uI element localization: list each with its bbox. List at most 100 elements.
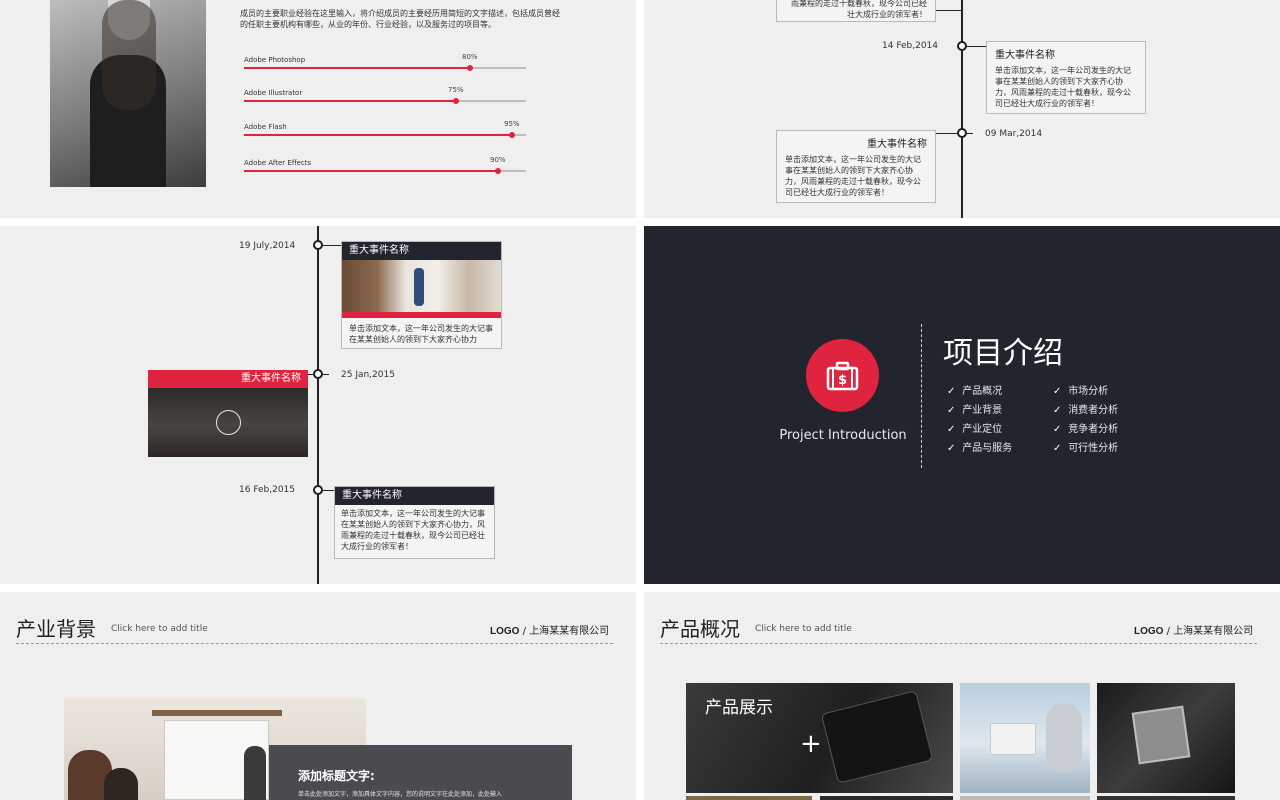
project-subtitle: Project Introduction xyxy=(779,428,907,443)
timeline-node xyxy=(313,369,323,379)
title-card: 添加标题文字: 单击此处添加文字，添加具体文字内容，您的说明文字在此处添加，此处… xyxy=(269,745,572,800)
menu-item-label: 市场分析 xyxy=(1068,386,1109,397)
slide-timeline-2015[interactable]: 19 July,2014 重大事件名称 单击添加文本，这一年公司发生的大记事在某… xyxy=(0,226,636,584)
menu-item-label: 产品概况 xyxy=(962,386,1003,397)
showcase-label: 产品展示 xyxy=(705,698,773,718)
showcase-tile[interactable]: 产品展示 + xyxy=(686,683,953,793)
header-divider xyxy=(16,643,613,644)
card-text: 单击此处添加文字，添加具体文字内容，您的说明文字在此处添加，此处输入 xyxy=(298,791,503,798)
event-date: 09 Mar,2014 xyxy=(985,129,1043,139)
check-icon: ✓ xyxy=(947,405,956,416)
laptop-tile[interactable] xyxy=(960,683,1090,793)
company-logo: LOGO / 上海某某有限公司 xyxy=(490,626,610,637)
skill-marker[interactable] xyxy=(495,168,501,174)
project-menu-item[interactable]: ✓ 产业定位 xyxy=(947,420,1002,435)
logo-text: LOGO xyxy=(1134,626,1164,637)
card-title: 添加标题文字: xyxy=(298,769,375,783)
check-icon: ✓ xyxy=(1053,405,1062,416)
slide-profile[interactable]: 成员的主要职业经验在这里输入，将介绍成员的主要经历用简短的文字描述，包括成员曾经… xyxy=(0,0,636,218)
event-box: 重大事件名称 单击添加文本，这一年公司发生的大记事在某某创始人的领到下大家齐心协… xyxy=(986,41,1146,114)
skill-label: Adobe Photoshop xyxy=(244,56,306,64)
divider-dashed xyxy=(921,324,922,468)
slide-product-overview[interactable]: 产品概况 Click here to add title LOGO / 上海某某… xyxy=(644,592,1280,800)
skill-percent: 95% xyxy=(504,120,520,128)
timeline-node xyxy=(957,41,967,51)
plus-icon[interactable]: + xyxy=(800,731,822,757)
event-text: 雨兼程的走过十载春秋，现今公司已经壮大成行业的领军者！ xyxy=(791,0,927,19)
skill-track xyxy=(244,168,526,174)
page-subtitle[interactable]: Click here to add title xyxy=(111,624,208,634)
menu-item-label: 产品与服务 xyxy=(962,443,1013,454)
slide-timeline-2014[interactable]: 雨兼程的走过十载春秋，现今公司已经壮大成行业的领军者！ 14 Feb,2014 … xyxy=(644,0,1280,218)
event-card: 重大事件名称 单击添加文本，这一年公司发生的大记事在某某创始人的领到下大家齐心协… xyxy=(334,486,495,559)
event-text: 单击添加文本，这一年公司发生的大记事在某某创始人的领到下大家齐心协力，风雨兼程的… xyxy=(995,66,1131,108)
project-menu-item[interactable]: ✓ 可行性分析 xyxy=(1053,439,1118,454)
skill-fill xyxy=(244,170,498,172)
skill-marker[interactable] xyxy=(509,132,515,138)
person-silhouette xyxy=(90,0,166,187)
menu-item-label: 可行性分析 xyxy=(1068,443,1119,454)
header-divider xyxy=(660,643,1257,644)
company-logo: LOGO / 上海某某有限公司 xyxy=(1134,626,1254,637)
timeline-node xyxy=(957,128,967,138)
skill-fill xyxy=(244,134,512,136)
menu-item-label: 消费者分析 xyxy=(1068,405,1119,416)
event-card: 重大事件名称 xyxy=(148,370,308,457)
skill-fill xyxy=(244,100,456,102)
laptop-image xyxy=(990,723,1036,755)
timeline-axis xyxy=(961,0,963,218)
project-menu-item[interactable]: ✓ 消费者分析 xyxy=(1053,401,1118,416)
skill-label: Adobe After Effects xyxy=(244,159,312,167)
event-text: 单击添加文本，这一年公司发生的大记事在某某创始人的领到下大家齐心协力 xyxy=(349,324,493,344)
slide-industry-background[interactable]: 产业背景 Click here to add title LOGO / 上海某某… xyxy=(0,592,636,800)
company-name: 上海某某有限公司 xyxy=(1173,626,1254,637)
project-menu-item[interactable]: ✓ 竞争者分析 xyxy=(1053,420,1118,435)
skill-marker[interactable] xyxy=(453,98,459,104)
skill-track xyxy=(244,65,526,71)
slide-project-intro[interactable]: $ Project Introduction 项目介绍 ✓ 产品概况 ✓ 产业背景… xyxy=(644,226,1280,584)
profile-description: 成员的主要职业经验在这里输入，将介绍成员的主要经历用简短的文字描述，包括成员曾经… xyxy=(240,9,560,29)
event-date: 14 Feb,2014 xyxy=(882,41,939,51)
event-box-top: 雨兼程的走过十载春秋，现今公司已经壮大成行业的领军者！ xyxy=(776,0,936,22)
chip-image xyxy=(1131,705,1191,765)
event-title: 重大事件名称 xyxy=(148,370,308,388)
event-text: 单击添加文本，这一年公司发生的大记事在某某创始人的领到下大家齐心协力，风雨兼程的… xyxy=(341,509,485,551)
skill-label: Adobe Flash xyxy=(244,123,287,131)
event-box: 重大事件名称 单击添加文本，这一年公司发生的大记事在某某创始人的领到下大家齐心协… xyxy=(776,130,936,203)
skill-marker[interactable] xyxy=(467,65,473,71)
event-text: 单击添加文本，这一年公司发生的大记事在某某创始人的领到下大家齐心协力，风雨兼程的… xyxy=(785,155,921,197)
menu-item-label: 产业定位 xyxy=(962,424,1003,435)
skill-percent: 90% xyxy=(490,156,506,164)
page-title: 产业背景 xyxy=(16,617,96,641)
event-card: 重大事件名称 单击添加文本，这一年公司发生的大记事在某某创始人的领到下大家齐心协… xyxy=(341,241,502,349)
chip-tile[interactable] xyxy=(1097,683,1235,793)
briefcase-dollar-icon: $ xyxy=(806,339,879,412)
event-title: 重大事件名称 xyxy=(342,242,501,260)
check-icon: ✓ xyxy=(947,424,956,435)
menu-item-label: 竞争者分析 xyxy=(1068,424,1119,435)
skill-label: Adobe Illustrator xyxy=(244,89,303,97)
project-menu-item[interactable]: ✓ 市场分析 xyxy=(1053,382,1108,397)
menu-item-label: 产业背景 xyxy=(962,405,1003,416)
page-subtitle[interactable]: Click here to add title xyxy=(755,624,852,634)
play-circle-icon[interactable] xyxy=(216,410,241,435)
event-date: 19 July,2014 xyxy=(239,241,296,251)
timeline-node xyxy=(313,240,323,250)
timeline-node xyxy=(313,485,323,495)
event-image-street xyxy=(148,388,308,457)
page-title: 产品概况 xyxy=(660,617,740,641)
check-icon: ✓ xyxy=(1053,443,1062,454)
skill-track xyxy=(244,132,526,138)
timeline-axis xyxy=(317,226,319,584)
project-menu-item[interactable]: ✓ 产品与服务 xyxy=(947,439,1012,454)
skill-fill xyxy=(244,67,470,69)
check-icon: ✓ xyxy=(947,386,956,397)
event-title: 重大事件名称 xyxy=(995,50,1055,61)
project-menu-item[interactable]: ✓ 产业背景 xyxy=(947,401,1002,416)
event-title: 重大事件名称 xyxy=(867,139,927,150)
event-date: 25 Jan,2015 xyxy=(341,370,395,380)
skill-track xyxy=(244,98,526,104)
project-menu-item[interactable]: ✓ 产品概况 xyxy=(947,382,1002,397)
project-title: 项目介绍 xyxy=(943,336,1063,371)
company-name: 上海某某有限公司 xyxy=(529,626,610,637)
